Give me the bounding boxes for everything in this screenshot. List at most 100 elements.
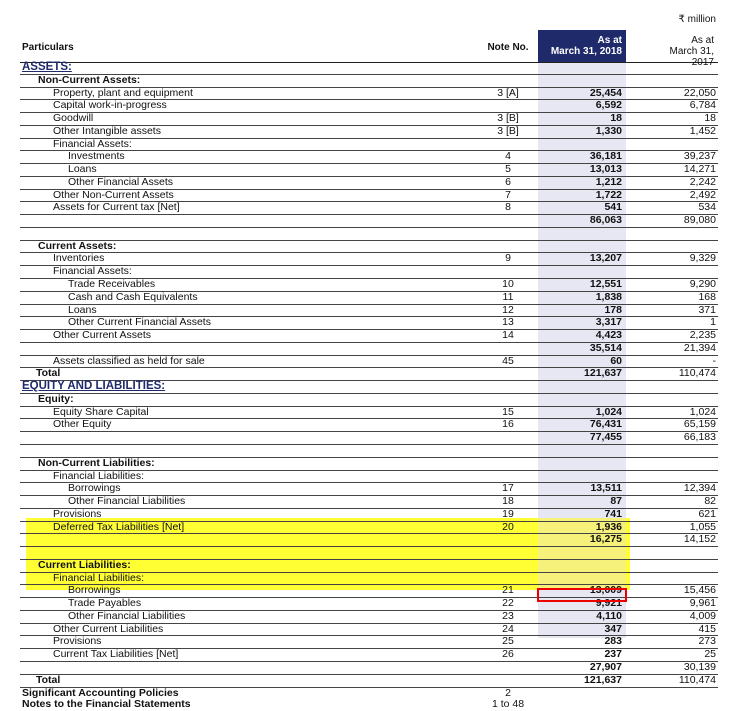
header-note-no: Note No.	[487, 42, 529, 53]
row-label: Property, plant and equipment	[53, 86, 193, 99]
row-note: 16	[502, 418, 514, 431]
table-row: 77,455 66,183	[20, 431, 718, 445]
row-note: 26	[502, 648, 514, 661]
row-note: 21	[502, 584, 514, 597]
row-previous-value: 273	[698, 635, 716, 648]
table-row	[20, 445, 718, 458]
row-previous-value: 25	[704, 648, 716, 661]
table-row: Current Tax Liabilities [Net] 26 237 25	[20, 648, 718, 662]
table-header: Particulars Note No. As at March 31, 201…	[20, 30, 718, 68]
row-label: Other Financial Assets	[68, 175, 174, 188]
table-row: Notes to the Financial Statements 1 to 48	[20, 699, 718, 711]
row-note: 1 to 48	[491, 698, 525, 711]
row-previous-value: 1,024	[689, 405, 716, 418]
row-current-value: 12,551	[589, 278, 622, 291]
row-label: Cash and Cash Equivalents	[68, 290, 198, 303]
row-note: 6	[505, 175, 511, 188]
row-note: 15	[502, 405, 514, 418]
table-row: Provisions 25 283 273	[20, 635, 718, 650]
table-row: Trade Receivables 10 12,551 9,290	[20, 278, 718, 292]
table-row: Equity:	[20, 392, 718, 407]
row-label: Financial Liabilities:	[53, 571, 145, 584]
row-note: 10	[502, 278, 514, 291]
row-previous-value: 15,456	[683, 584, 716, 597]
row-label: Loans	[68, 303, 97, 316]
row-label: Assets for Current tax [Net]	[53, 201, 180, 214]
table-row: 86,063 89,080	[20, 214, 718, 228]
row-current-value: 18	[610, 112, 622, 125]
row-current-value: 178	[604, 303, 622, 316]
row-label: Equity:	[38, 392, 74, 405]
table-row: Significant Accounting Policies 2	[20, 686, 718, 700]
table-row: Other Financial Liabilities 18 87 82	[20, 495, 718, 509]
row-previous-value: 110,474	[678, 367, 716, 380]
balance-sheet-rows: ASSETS: Non-Current Assets: Property, plan…	[20, 61, 718, 711]
row-previous-value: 9,329	[689, 252, 716, 265]
row-note: 7	[505, 188, 511, 201]
row-label: Other Equity	[53, 418, 112, 431]
row-current-value: 121,637	[584, 673, 622, 686]
row-note: 45	[502, 354, 514, 367]
row-previous-value: 14,152	[683, 533, 716, 546]
row-current-value: 87	[610, 495, 622, 508]
row-current-value: 1,212	[595, 175, 622, 188]
row-current-value: 541	[604, 201, 622, 214]
row-label: Notes to the Financial Statements	[22, 698, 191, 711]
row-current-value: 35,514	[589, 341, 622, 354]
table-row: Non-Current Assets:	[20, 73, 718, 88]
table-row: Loans 5 13,013 14,271	[20, 163, 718, 177]
header-particulars: Particulars	[22, 42, 74, 53]
table-row: 16,275 14,152	[20, 533, 718, 548]
row-current-value: 13,511	[590, 482, 622, 495]
row-label: Capital work-in-progress	[53, 99, 167, 112]
table-row: Goodwill 3 [B] 18 18	[20, 112, 718, 126]
row-note: 12	[502, 303, 514, 316]
row-current-value: 3,317	[595, 316, 622, 329]
row-previous-value: 621	[698, 507, 716, 520]
row-previous-value: 22,050	[683, 86, 716, 99]
row-note: 17	[502, 482, 514, 495]
row-label: Loans	[68, 163, 97, 176]
row-note: 3 [B]	[497, 124, 519, 137]
row-current-value: 121,637	[584, 367, 622, 380]
row-label: Financial Assets:	[53, 265, 132, 278]
row-label: Total	[36, 673, 61, 686]
row-current-value: 13,207	[589, 252, 622, 265]
row-previous-value: 9,290	[689, 278, 716, 291]
header-current-line2: March 31, 2018	[550, 46, 622, 57]
row-previous-value: 415	[698, 622, 716, 635]
row-label: ASSETS:	[22, 61, 72, 73]
table-row: Other Financial Liabilities 23 4,110 4,009	[20, 609, 718, 624]
header-current-line1: As at	[597, 35, 622, 46]
row-label: Other Non-Current Assets	[53, 188, 174, 201]
table-row: Provisions 19 741 621	[20, 507, 718, 522]
row-current-value: 36,181	[589, 150, 622, 163]
row-previous-value: 1,452	[689, 124, 716, 137]
row-label: Investments	[68, 150, 125, 163]
row-current-value: 77,455	[589, 431, 622, 444]
row-label: Significant Accounting Policies	[22, 686, 179, 699]
row-label: Financial Assets:	[53, 137, 132, 150]
row-label: Non-Current Liabilities:	[38, 456, 155, 469]
row-label: EQUITY AND LIABILITIES:	[22, 380, 166, 393]
row-current-value: 283	[604, 635, 622, 648]
row-previous-value: 82	[704, 495, 716, 508]
row-previous-value: 18	[704, 112, 716, 125]
row-label: Other Financial Liabilities	[68, 495, 186, 508]
row-previous-value: 14,271	[683, 163, 716, 176]
row-previous-value: 4,009	[689, 609, 716, 622]
row-previous-value: 2,235	[689, 329, 716, 342]
table-row: Total 121,637 110,474	[20, 673, 718, 688]
row-current-value: 60	[610, 354, 622, 367]
row-current-value: 76,431	[589, 418, 622, 431]
row-note: 3 [B]	[497, 112, 519, 125]
row-current-value: 86,063	[589, 214, 622, 227]
row-label: Current Liabilities:	[38, 558, 131, 571]
row-label: Other Current Financial Assets	[68, 316, 211, 329]
row-previous-value: 66,183	[683, 431, 716, 444]
row-label: Non-Current Assets:	[38, 73, 141, 86]
row-label: Other Intangible assets	[53, 124, 161, 137]
row-current-value: 1,024	[595, 405, 622, 418]
row-label: Provisions	[53, 635, 102, 648]
table-row: ASSETS:	[20, 61, 718, 75]
